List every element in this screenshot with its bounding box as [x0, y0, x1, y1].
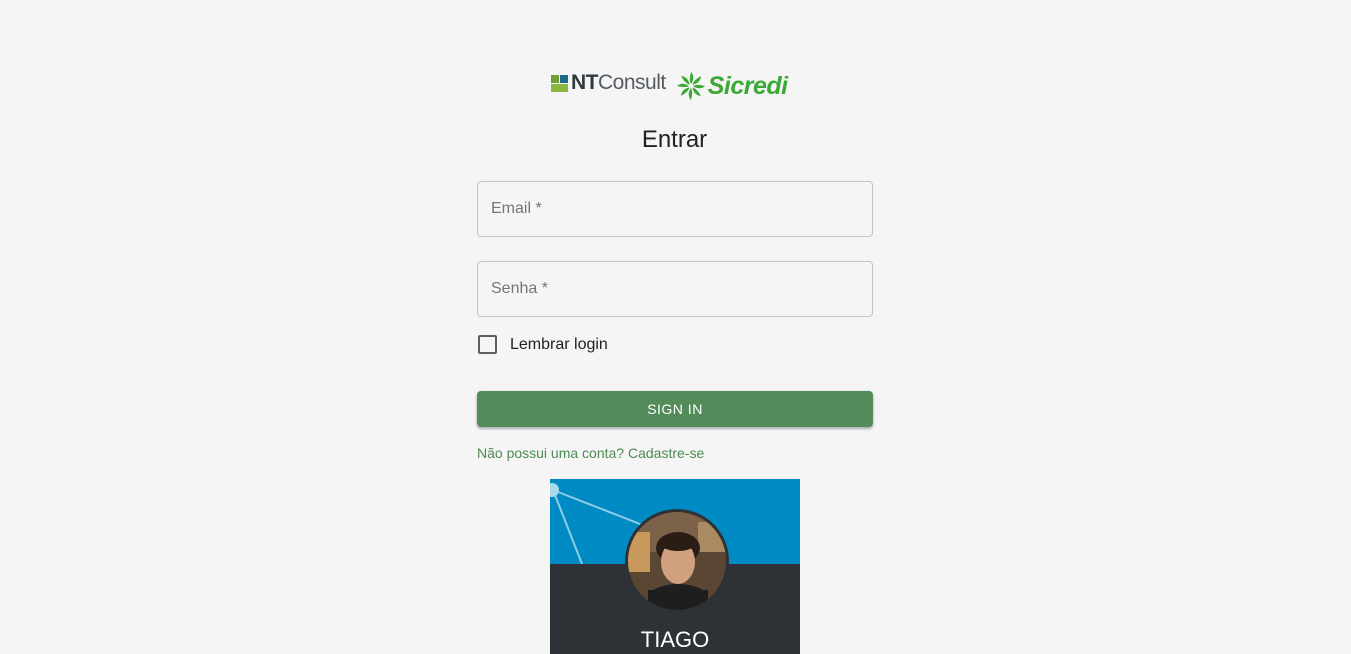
password-field[interactable]: [477, 261, 873, 317]
ntconsult-mark-icon: [551, 74, 568, 92]
sign-in-button[interactable]: SIGN IN: [477, 391, 873, 427]
register-link[interactable]: Não possui uma conta? Cadastre-se: [477, 445, 704, 461]
avatar: [625, 509, 729, 613]
profile-photo: [628, 512, 726, 610]
ntconsult-logo: NTConsult: [551, 71, 666, 95]
password-input[interactable]: [478, 262, 872, 316]
sicredi-pinwheel-icon: [676, 72, 705, 100]
sicredi-logo: Sicredi: [676, 71, 788, 101]
profile-name: TIAGO: [640, 627, 710, 652]
email-field[interactable]: [477, 181, 873, 237]
remember-checkbox[interactable]: [478, 335, 497, 354]
page-title: Entrar: [641, 126, 708, 153]
remember-label: Lembrar login: [510, 335, 608, 353]
remember-login[interactable]: Lembrar login: [477, 335, 608, 354]
ntconsult-wordmark: NTConsult: [571, 71, 666, 94]
profile-card: TIAGO: [550, 479, 800, 654]
logo-bar: NTConsult Sicredi: [551, 68, 788, 104]
sicredi-wordmark: Sicredi: [707, 71, 788, 100]
email-input[interactable]: [478, 182, 872, 236]
